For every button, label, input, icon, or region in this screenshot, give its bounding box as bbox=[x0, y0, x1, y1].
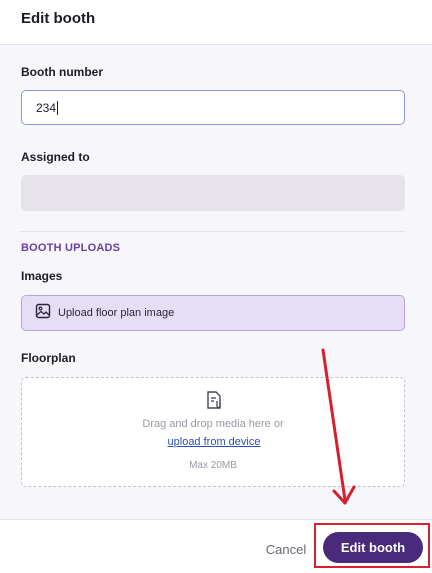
section-divider bbox=[21, 231, 405, 232]
images-label: Images bbox=[21, 269, 63, 283]
assigned-to-label: Assigned to bbox=[21, 150, 90, 164]
file-attachment-icon bbox=[205, 390, 223, 415]
edit-booth-dialog: Edit booth Booth number 234 Assigned to … bbox=[0, 0, 432, 573]
booth-number-value: 234 bbox=[36, 100, 57, 115]
image-icon bbox=[35, 303, 51, 324]
dialog-header: Edit booth bbox=[0, 0, 432, 45]
assigned-to-field bbox=[21, 175, 405, 211]
cancel-button[interactable]: Cancel bbox=[256, 539, 316, 559]
dialog-body: Booth number 234 Assigned to BOOTH UPLOA… bbox=[0, 45, 432, 519]
floorplan-label: Floorplan bbox=[21, 351, 76, 365]
floorplan-dropzone[interactable]: Drag and drop media here or upload from … bbox=[21, 377, 405, 487]
edit-booth-button[interactable]: Edit booth bbox=[323, 532, 423, 563]
dialog-title: Edit booth bbox=[21, 10, 96, 27]
dropzone-max-size: Max 20MB bbox=[189, 460, 237, 471]
upload-from-device-link[interactable]: upload from device bbox=[164, 436, 264, 448]
dialog-footer: Cancel Edit booth bbox=[0, 519, 432, 573]
booth-uploads-heading: BOOTH UPLOADS bbox=[21, 242, 121, 254]
upload-floor-plan-image-label: Upload floor plan image bbox=[58, 307, 175, 319]
text-caret bbox=[57, 100, 59, 115]
booth-number-label: Booth number bbox=[21, 65, 103, 79]
dropzone-instructions: Drag and drop media here or bbox=[142, 418, 284, 430]
upload-floor-plan-image-button[interactable]: Upload floor plan image bbox=[21, 295, 405, 331]
booth-number-input[interactable]: 234 bbox=[21, 90, 405, 125]
